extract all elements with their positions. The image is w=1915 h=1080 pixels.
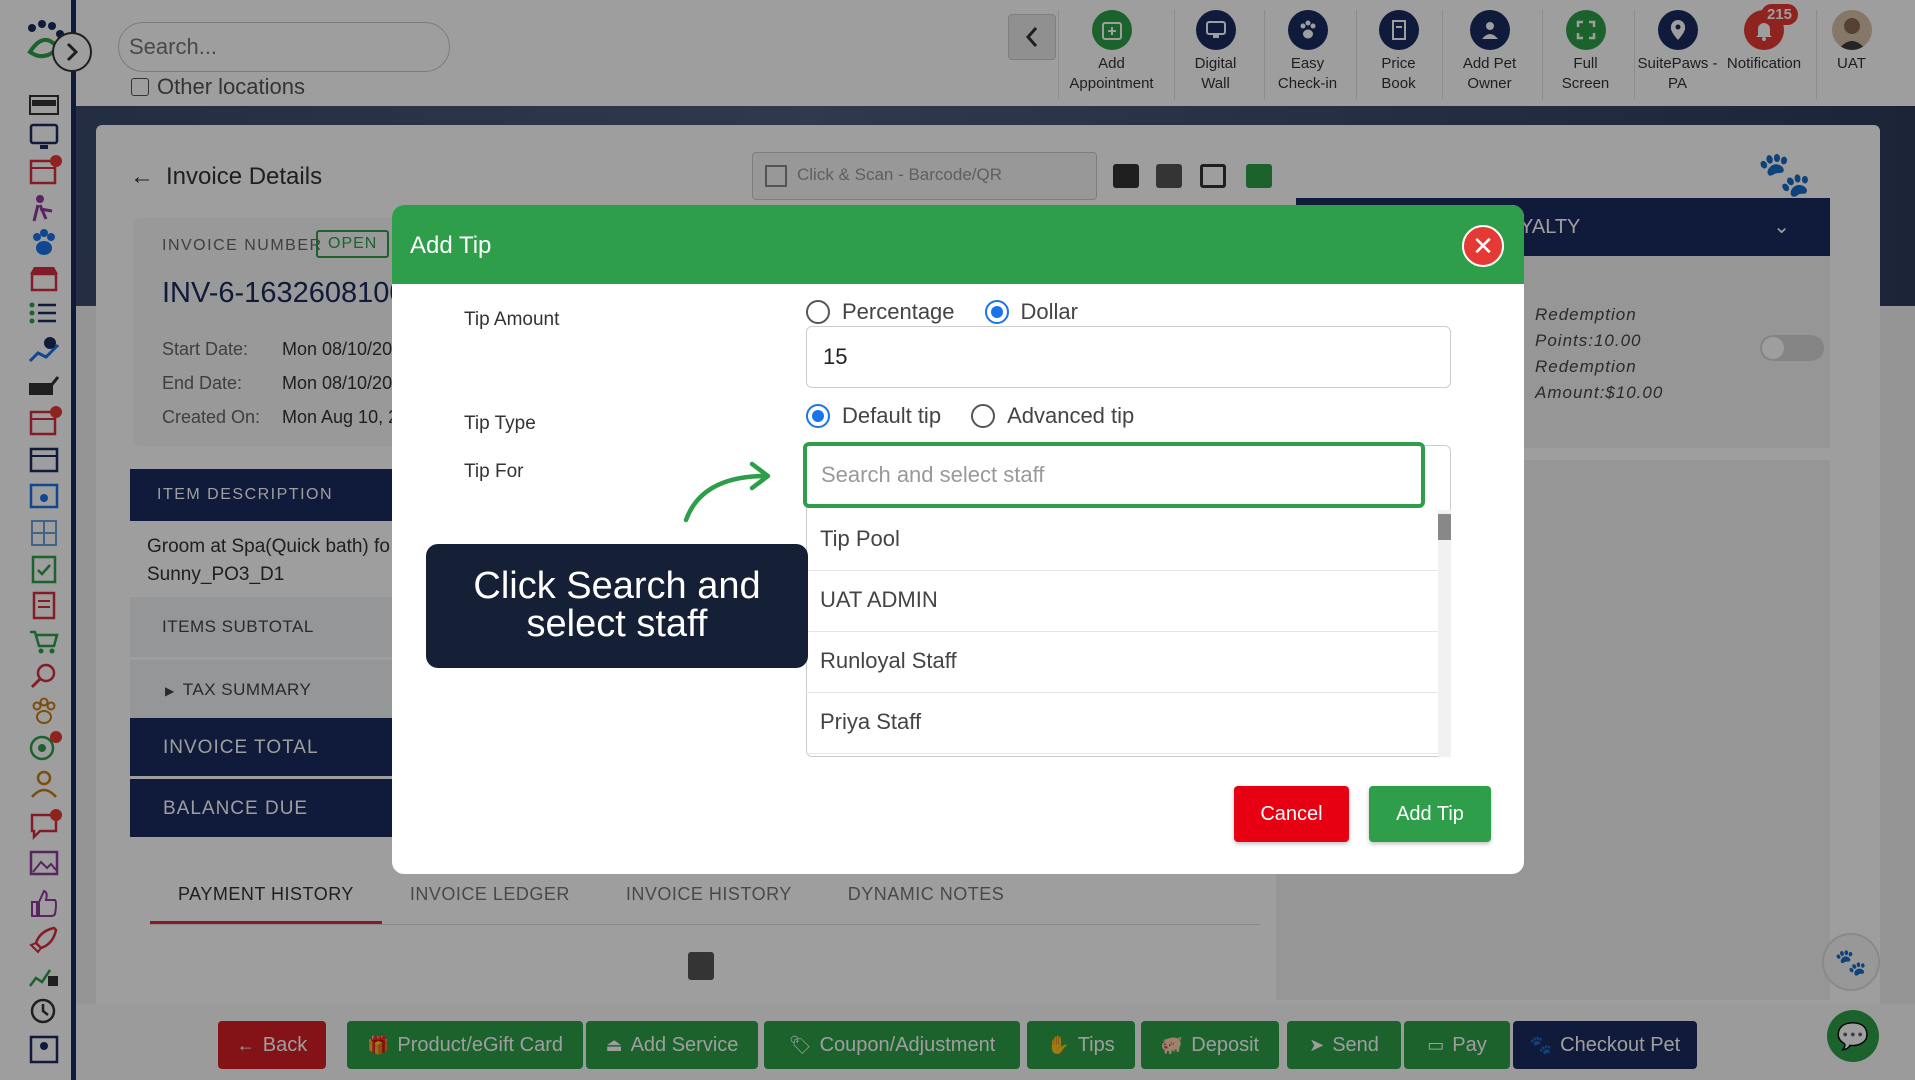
default-tip-label: Default tip [842, 403, 942, 428]
staff-list-scrollbar[interactable] [1438, 510, 1451, 757]
dollar-label: Dollar [1020, 299, 1078, 324]
staff-option[interactable]: Priya Staff [806, 693, 1438, 754]
scrollbar-thumb[interactable] [1438, 514, 1451, 540]
callout-line: Click Search and [473, 565, 761, 607]
staff-option[interactable]: Runloyal Staff [806, 632, 1438, 693]
staff-search-input[interactable] [803, 442, 1425, 508]
percentage-label: Percentage [842, 299, 955, 324]
percentage-radio[interactable] [806, 300, 830, 324]
staff-option[interactable]: UAT ADMIN [806, 571, 1438, 632]
add-tip-button[interactable]: Add Tip [1369, 786, 1491, 842]
dollar-radio[interactable] [984, 300, 1009, 324]
tip-amount-label: Tip Amount [464, 309, 560, 330]
cancel-button[interactable]: Cancel [1234, 786, 1349, 842]
advanced-tip-radio[interactable] [971, 404, 996, 428]
default-tip-radio[interactable] [806, 404, 830, 428]
callout-line: select staff [526, 603, 708, 645]
staff-options-list: Tip Pool UAT ADMIN Runloyal Staff Priya … [806, 510, 1438, 754]
close-button[interactable]: ✕ [1462, 225, 1504, 267]
tip-type-label: Tip Type [464, 413, 536, 434]
close-icon: ✕ [1472, 230, 1494, 261]
advanced-tip-label: Advanced tip [1007, 403, 1135, 428]
modal-title: Add Tip [410, 232, 492, 259]
modal-header: Add Tip ✕ [392, 205, 1524, 284]
add-tip-modal: Add Tip ✕ Tip Amount Percentage Dollar T… [392, 205, 1524, 874]
callout-arrow-icon [683, 461, 771, 523]
tip-amount-input[interactable] [806, 326, 1451, 388]
staff-option[interactable]: Tip Pool [806, 510, 1438, 571]
amount-mode-radios: Percentage Dollar [806, 299, 1078, 325]
tip-type-radios: Default tip Advanced tip [806, 403, 1134, 429]
tip-for-label: Tip For [464, 461, 524, 482]
tutorial-callout: Click Search and select staff [426, 544, 808, 668]
